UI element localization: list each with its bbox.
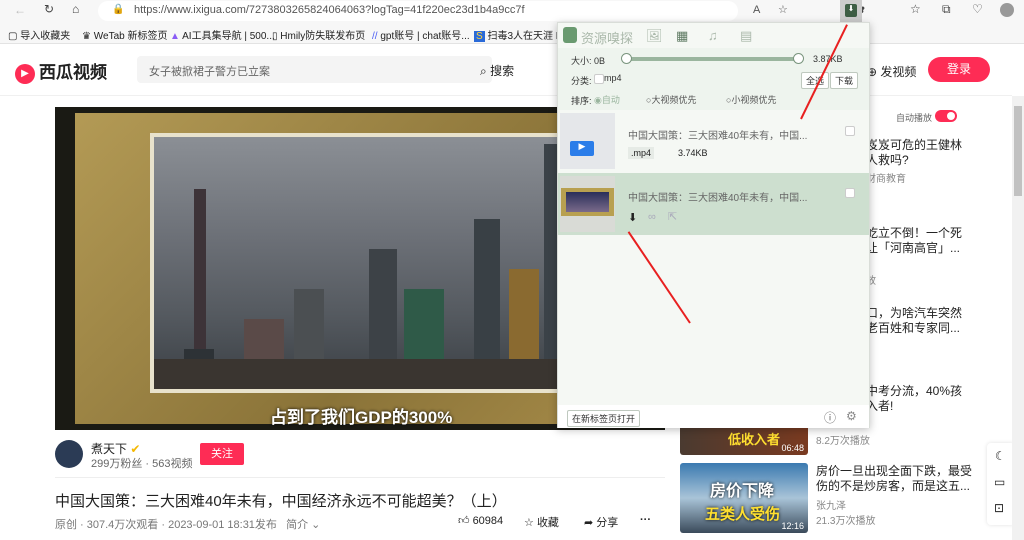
document-icon: ▤ xyxy=(740,28,753,43)
video-subtitle: 占到了我们GDP的300% xyxy=(270,408,453,427)
music-icon: ♫ xyxy=(708,28,718,43)
size-label: 大小: 0B xyxy=(571,56,606,66)
sort-auto-radio[interactable]: ◉自动 xyxy=(594,93,620,106)
download-icon: ⬇ xyxy=(845,4,857,17)
open-new-tab-button[interactable]: 在新标签页打开 xyxy=(567,410,641,427)
image-icon: 🖼︎ xyxy=(646,28,663,43)
resource-name: 中国大国策：三大困难40年未有，中国... xyxy=(628,131,808,142)
search-icon: ⌕ xyxy=(480,64,487,78)
sniffer-logo-icon xyxy=(563,27,577,43)
bookmark-hmily[interactable]: ▯ Hmily防失联发布页 xyxy=(272,27,365,42)
bookmarks-bar: ▢ 导入收藏夹 ♛ WeTab 新标签页 ▲ AI工具集导航 | 500... … xyxy=(0,22,1024,44)
more-icon[interactable]: ··· xyxy=(640,514,651,526)
resource-checkbox[interactable] xyxy=(845,188,855,198)
video-thumbnail[interactable]: 房价下降 五类人受伤 12:16 xyxy=(680,463,808,533)
collect-button[interactable]: ☆ 收藏 xyxy=(524,514,559,530)
site-logo[interactable]: ▶ 西瓜视频 xyxy=(15,58,107,84)
file-video-icon: ▶ xyxy=(560,113,615,169)
collections-icon[interactable]: ⧉ xyxy=(942,2,951,17)
search-input[interactable]: 女子被掀裙子警方已立案 xyxy=(137,56,492,83)
sniffer-extension-button[interactable]: ⬇ xyxy=(840,0,862,22)
address-bar[interactable]: 🔒 https://www.ixigua.com/727380326582406… xyxy=(98,1,788,21)
resource-checkbox[interactable] xyxy=(845,126,855,136)
url-text: https://www.ixigua.com/72738032658240640… xyxy=(134,4,525,16)
profile-icon[interactable] xyxy=(1000,3,1014,17)
bookmark-gpt[interactable]: // gpt账号 | chat账号... xyxy=(372,27,470,42)
autoplay-toggle[interactable] xyxy=(935,110,957,122)
tab-docs[interactable]: ▤ xyxy=(740,28,752,44)
back-icon[interactable]: ← xyxy=(14,3,26,17)
resource-item[interactable]: ▶ 中国大国策：三大困难40年未有，中国... .mp4 3.74KB xyxy=(558,111,869,173)
autoplay-label: 自动播放 xyxy=(896,113,933,123)
video-image xyxy=(150,133,625,393)
resource-item[interactable]: 中国大国策：三大困难40年未有，中国... ⬇ ∞ ⇱ xyxy=(558,173,869,235)
scrollbar[interactable] xyxy=(1012,96,1024,540)
popup-footer: 在新标签页打开 ⓘ ⚙ xyxy=(558,405,869,428)
read-aloud-icon[interactable]: A xyxy=(753,4,760,16)
home-icon[interactable]: ⌂ xyxy=(72,2,79,16)
like-button[interactable]: 👍︎ 60984 xyxy=(458,514,503,527)
resource-ext: .mp4 xyxy=(628,147,655,159)
download-all-button[interactable]: 下载 xyxy=(830,72,859,89)
bookmark-ai-tools[interactable]: ▲ AI工具集导航 | 500... xyxy=(170,27,275,42)
sort-label: 排序: xyxy=(571,96,592,106)
resource-thumbnail xyxy=(560,176,615,232)
tab-video[interactable]: ▦ xyxy=(676,28,688,44)
login-button[interactable]: 登录 xyxy=(928,57,990,82)
film-icon: ▦ xyxy=(676,28,689,43)
tab-audio[interactable]: ♫ xyxy=(708,28,718,43)
share-icon: ➦ xyxy=(584,517,594,529)
verified-icon: ✔ xyxy=(130,442,141,456)
author-avatar[interactable] xyxy=(55,440,83,468)
bookmark-wetab[interactable]: ♛ WeTab 新标签页 xyxy=(82,27,167,42)
resource-name: 中国大国策：三大困难40年未有，中国... xyxy=(628,193,808,204)
dark-mode-icon[interactable]: ☾ xyxy=(995,449,1006,463)
author-stats: 299万粉丝 · 563视频 xyxy=(91,458,193,470)
refresh-icon[interactable]: ↻ xyxy=(44,2,54,16)
divider xyxy=(55,477,665,478)
play-logo-icon: ▶ xyxy=(15,63,35,84)
category-mp4-checkbox[interactable]: mp4 xyxy=(594,73,622,84)
share-button[interactable]: ➦ 分享 xyxy=(584,514,618,530)
slider-min-handle[interactable] xyxy=(621,53,632,64)
lock-icon: 🔒 xyxy=(112,4,125,15)
tab-images[interactable]: 🖼︎ xyxy=(646,28,663,44)
open-external-icon[interactable]: ⇱ xyxy=(668,210,677,223)
floating-tools: ☾ ▭ ⊡ xyxy=(987,443,1015,525)
star-icon: ☆ xyxy=(524,517,534,529)
slider-max-handle[interactable] xyxy=(793,53,804,64)
video-title: 中国大国策：三大困难40年未有，中国经济永远不可能超美？（上） xyxy=(55,493,507,510)
link-icon[interactable]: ∞ xyxy=(648,211,656,223)
settings-icon[interactable]: ⚙ xyxy=(846,409,857,423)
download-icon[interactable]: ⬇ xyxy=(628,211,637,224)
resource-size: 3.74KB xyxy=(678,148,708,158)
sort-small-radio[interactable]: ○小视频优先 xyxy=(726,93,776,106)
category-label: 分类: xyxy=(571,76,592,86)
screen-icon[interactable]: ▭ xyxy=(994,475,1005,489)
add-favorite-icon[interactable]: ☆ xyxy=(778,3,788,16)
favorites-icon[interactable]: ☆ xyxy=(910,2,921,16)
bookmark-movie[interactable]: S 扫毒3人在天涯 HD xyxy=(474,27,570,42)
info-icon[interactable]: ⓘ xyxy=(824,409,836,426)
tab-resource-sniff[interactable]: 资源嗅探 xyxy=(581,28,633,47)
search-button[interactable]: ⌕ 搜索 xyxy=(480,62,514,79)
sort-large-radio[interactable]: ○大视频优先 xyxy=(646,93,696,106)
size-slider[interactable] xyxy=(621,53,804,64)
resource-sniffer-popup: 资源嗅探 🖼︎ ▦ ♫ ▤ 大小: 0B 3.87KB 分类: mp4 全选 下… xyxy=(557,22,870,428)
health-icon[interactable]: ♡ xyxy=(972,2,983,16)
bookmark-import[interactable]: ▢ 导入收藏夹 xyxy=(8,27,70,42)
intro-toggle[interactable]: 简介 ⌄ xyxy=(286,519,320,531)
thumbs-up-icon: 👍︎ xyxy=(458,515,470,527)
follow-button[interactable]: 关注 xyxy=(200,443,244,465)
feedback-icon[interactable]: ⊡ xyxy=(994,501,1004,515)
upload-video-button[interactable]: ⊕ 发视频 xyxy=(867,63,916,80)
video-meta: 原创 · 307.4万次观看 · 2023-09-01 18:31发布 简介 ⌄ xyxy=(55,519,321,531)
